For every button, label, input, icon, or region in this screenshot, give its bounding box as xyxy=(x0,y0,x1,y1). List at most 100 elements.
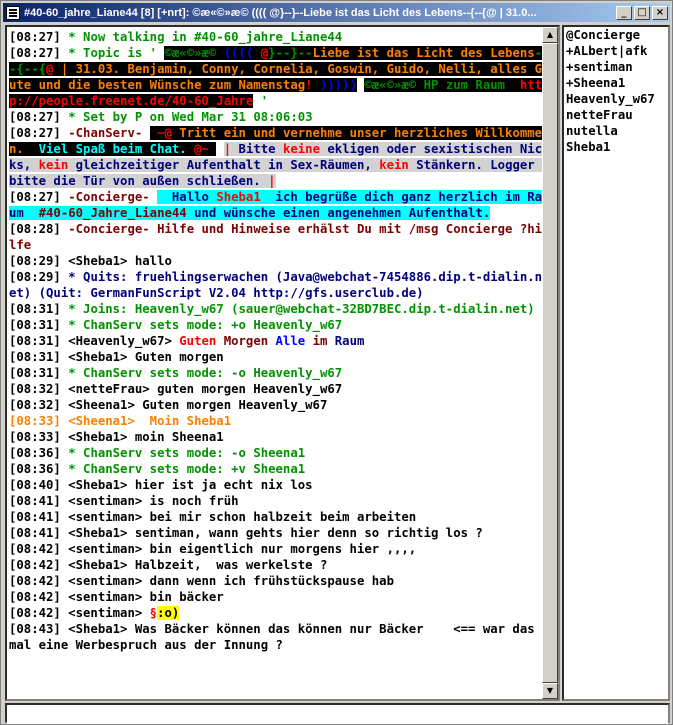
chat-segment: * ChanServ sets mode: -o Sheena1 xyxy=(68,446,306,460)
chat-segment: (((( xyxy=(216,46,261,60)
chat-segment: -Concierge- xyxy=(68,190,158,204)
scroll-down-arrow-icon[interactable]: ▼ xyxy=(542,683,558,699)
chat-line: [08:43] <Sheba1> Was Bäcker können das k… xyxy=(9,621,547,653)
title-bar[interactable]: #40-60_jahre_Liane44 [8] [+nrt]: ©æ«©»æ©… xyxy=(3,3,670,22)
nick-list-item[interactable]: +ALbert|afk xyxy=(564,43,668,59)
chat-line: [08:42] <sentiman> §:o) xyxy=(9,605,547,621)
chat-segment: Raum xyxy=(334,334,365,348)
close-button[interactable]: × xyxy=(652,5,668,20)
chat-segment: * ChanServ sets mode: -o Heavenly_w67 xyxy=(68,366,343,380)
chat-line: [08:42] <sentiman> bin eigentlich nur mo… xyxy=(9,541,547,557)
channel-window-icon[interactable] xyxy=(6,5,20,20)
chat-segment: kein xyxy=(379,158,409,172)
chat-segment: HP zum Raum xyxy=(416,78,520,92)
chat-line: [08:29] * Quits: fruehlingserwachen (Jav… xyxy=(9,269,547,301)
nick-list-item[interactable]: @Concierge xyxy=(564,27,668,43)
chat-segment: ~@ xyxy=(149,126,180,140)
chat-segment: * Now talking in #40-60_jahre_Liane44 xyxy=(68,30,343,44)
chat-segment: kein xyxy=(38,158,69,172)
chat-segment: [08:27] xyxy=(9,190,69,204)
chat-segment: [08:36] xyxy=(9,462,69,476)
chat-segment: -ChanServ- xyxy=(68,126,150,140)
chat-log-pane[interactable]: [08:27] * Now talking in #40-60_jahre_Li… xyxy=(5,25,560,701)
chat-segment: * Set by P on Wed Mar 31 08:06:03 xyxy=(68,110,313,124)
nick-list[interactable]: @Concierge +ALbert|afk +sentiman +Sheena1 He… xyxy=(562,25,670,701)
chat-segment: Guten xyxy=(179,334,224,348)
chat-segment: #40-60_Jahre_Liane44 xyxy=(38,206,187,220)
chat-segment: [08:36] xyxy=(9,446,69,460)
chat-segment: [08:32] <netteFrau> guten morgen Heavenl… xyxy=(9,382,343,396)
chat-segment: [08:42] <sentiman> bin eigentlich nur mo… xyxy=(9,542,417,556)
window-title: #40-60_jahre_Liane44 [8] [+nrt]: ©æ«©»æ©… xyxy=(24,6,537,19)
chat-segment: [08:27] xyxy=(9,46,69,60)
nick-list-item[interactable]: Heavenly_w67 xyxy=(564,91,668,107)
chat-segment: Liebe ist das Licht des Lebens xyxy=(312,46,535,60)
chat-segment: [08:40] <Sheba1> hier ist ja echt nix lo… xyxy=(9,478,313,492)
chat-segment: * Topic is ' xyxy=(68,46,165,60)
chat-segment: :o) xyxy=(157,606,180,620)
chat-line: [08:42] <Sheba1> Halbzeit, was werkelste… xyxy=(9,557,547,573)
chat-segment: [08:31] xyxy=(9,318,69,332)
chat-segment: Bitte xyxy=(238,142,283,156)
chat-segment: [08:31] <Heavenly_w67> xyxy=(9,334,180,348)
chat-line: [08:27] -ChanServ- ~@ Tritt ein und vern… xyxy=(9,125,547,189)
chat-segment: [08:29] <Sheba1> hallo xyxy=(9,254,172,268)
chat-segment: [08:43] <Sheba1> Was Bäcker können das k… xyxy=(9,622,543,652)
chat-line: [08:42] <sentiman> bin bäcker xyxy=(9,589,547,605)
chat-segment: im xyxy=(312,334,335,348)
chat-line: [08:31] * ChanServ sets mode: -o Heavenl… xyxy=(9,365,547,381)
chat-line: [08:28] -Concierge- Hilfe und Hinweise e… xyxy=(9,221,547,253)
chat-segment: [08:32] <Sheena1> Guten morgen Heavenly_… xyxy=(9,398,328,412)
chat-segment: }--}-- xyxy=(268,46,313,60)
chat-segment: [08:27] xyxy=(9,30,69,44)
chat-line: [08:32] <netteFrau> guten morgen Heavenl… xyxy=(9,381,547,397)
message-input-box[interactable] xyxy=(5,703,670,724)
chat-scrollbar[interactable]: ▲ ▼ xyxy=(542,27,558,699)
scroll-thumb[interactable] xyxy=(542,43,558,683)
chat-segment: [08:42] <sentiman> bin bäcker xyxy=(9,590,224,604)
chat-line: [08:36] * ChanServ sets mode: -o Sheena1 xyxy=(9,445,547,461)
chat-segment: gleichzeitiger Aufenthalt in Sex-Räumen, xyxy=(68,158,380,172)
chat-segment: [08:42] <sentiman> dann wenn ich frühstü… xyxy=(9,574,394,588)
chat-line: [08:27] * Topic is ' ©æ«©»æ© (((( @}--}-… xyxy=(9,45,547,109)
nick-list-item[interactable]: +sentiman xyxy=(564,59,668,75)
chat-line: [08:32] <Sheena1> Guten morgen Heavenly_… xyxy=(9,397,547,413)
nick-list-item[interactable]: netteFrau xyxy=(564,107,668,123)
chat-line: [08:31] * ChanServ sets mode: +o Heavenl… xyxy=(9,317,547,333)
maximize-button[interactable]: □ xyxy=(634,5,650,20)
chat-line: [08:31] <Sheba1> Guten morgen xyxy=(9,349,547,365)
chat-segment: Hallo xyxy=(157,190,217,204)
chat-segment: Sheba1 xyxy=(216,190,261,204)
chat-segment: * ChanServ sets mode: +v Sheena1 xyxy=(68,462,306,476)
chat-segment: [08:41] <sentiman> bei mir schon halbzei… xyxy=(9,510,417,524)
chat-segment: [08:31] xyxy=(9,366,69,380)
chat-segment: [08:41] <sentiman> is noch früh xyxy=(9,494,239,508)
chat-line: [08:41] <Sheba1> sentiman, wann gehts hi… xyxy=(9,525,547,541)
window-controls: _ □ × xyxy=(614,5,668,20)
chat-segment: ©æ«©»æ© xyxy=(164,46,217,60)
chat-line: [08:36] * ChanServ sets mode: +v Sheena1 xyxy=(9,461,547,477)
chat-segment: * ChanServ sets mode: +o Heavenly_w67 xyxy=(68,318,343,332)
chat-segment xyxy=(216,142,223,156)
scroll-up-arrow-icon[interactable]: ▲ xyxy=(542,27,558,43)
chat-segment: ' xyxy=(253,94,269,108)
chat-line: [08:27] * Set by P on Wed Mar 31 08:06:0… xyxy=(9,109,547,125)
chat-segment: [08:31] <Sheba1> Guten morgen xyxy=(9,350,224,364)
chat-segment: * Joins: Heavenly_w67 (sauer@webchat-32B… xyxy=(68,302,535,316)
chat-line: [08:29] <Sheba1> hallo xyxy=(9,253,547,269)
nick-list-item[interactable]: nutella xyxy=(564,123,668,139)
message-input[interactable] xyxy=(7,708,668,724)
chat-line: [08:27] -Concierge- Hallo Sheba1 ich beg… xyxy=(9,189,547,221)
chat-segment: keine xyxy=(282,142,320,156)
chat-segment: [08:33] <Sheba1> moin Sheena1 xyxy=(9,430,224,444)
chat-segment: Alle xyxy=(275,334,313,348)
nick-list-item[interactable]: Sheba1 xyxy=(564,139,668,155)
nick-list-item[interactable]: +Sheena1 xyxy=(564,75,668,91)
chat-line: [08:31] * Joins: Heavenly_w67 (sauer@web… xyxy=(9,301,547,317)
chat-segment: [08:41] <Sheba1> sentiman, wann gehts hi… xyxy=(9,526,483,540)
chat-line: [08:42] <sentiman> dann wenn ich frühstü… xyxy=(9,573,547,589)
minimize-button[interactable]: _ xyxy=(616,5,632,20)
chat-segment: * Quits: fruehlingserwachen (Java@webcha… xyxy=(9,270,543,300)
chat-segment: ©æ«©»æ© xyxy=(364,78,417,92)
chat-segment: [08:27] xyxy=(9,126,69,140)
